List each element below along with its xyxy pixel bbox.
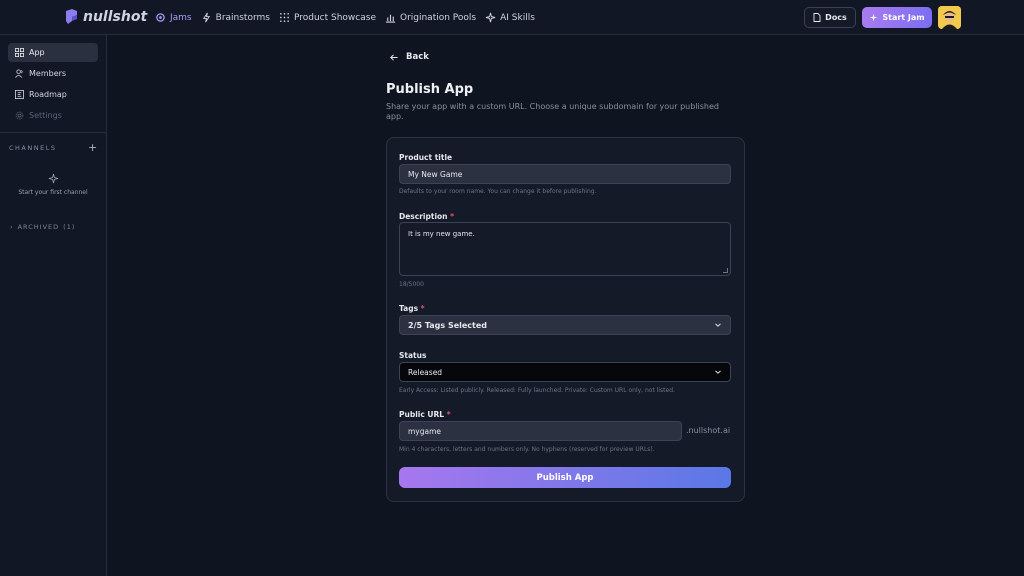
nav-jams-label: Jams <box>170 12 192 23</box>
status-value: Released <box>408 367 443 377</box>
tags-select[interactable]: 2/5 Tags Selected <box>399 315 731 335</box>
add-channel-button[interactable]: + <box>88 141 97 154</box>
arrow-left-icon <box>390 53 398 61</box>
description-value: It is my new game. <box>408 230 475 238</box>
public-url-input[interactable]: mygame <box>399 421 682 441</box>
grid-icon <box>279 13 289 22</box>
nav-ai-skills[interactable]: AI Skills <box>485 12 535 23</box>
users-icon <box>15 69 23 78</box>
nav-jams[interactable]: Jams <box>155 12 192 23</box>
avatar-image <box>938 6 961 29</box>
description-char-count: 18/5000 <box>399 281 424 288</box>
required-mark: * <box>450 212 455 221</box>
sidebar-item-members[interactable]: Members <box>8 64 98 83</box>
nav-ai-skills-label: AI Skills <box>500 12 535 23</box>
sidebar-item-settings[interactable]: Settings <box>8 106 98 125</box>
lightning-icon <box>202 12 210 23</box>
required-mark: * <box>420 304 425 313</box>
sidebar-item-label: Members <box>29 69 67 78</box>
jams-icon <box>156 13 165 22</box>
publish-app-button[interactable]: Publish App <box>399 467 731 488</box>
public-url-value: mygame <box>408 426 442 436</box>
sidebar-item-roadmap[interactable]: Roadmap <box>8 85 98 104</box>
sidebar-item-label: Roadmap <box>29 90 67 99</box>
description-label-text: Description <box>399 212 448 221</box>
product-title-input[interactable]: My New Game <box>399 164 731 184</box>
main-nav: Jams Brainstorms Product Showcase Origin… <box>155 0 544 35</box>
sidebar-item-label: Settings <box>29 111 62 120</box>
nav-product-showcase[interactable]: Product Showcase <box>279 12 376 23</box>
product-title-label: Product title <box>399 153 453 162</box>
status-help: Early Access: Listed publicly. Released:… <box>399 387 675 394</box>
logo[interactable]: nullshot <box>64 8 147 25</box>
url-domain-suffix: .nullshot.ai <box>686 426 731 435</box>
product-title-help: Defaults to your room name. You can chan… <box>399 188 597 195</box>
chevron-down-icon <box>715 370 721 374</box>
sparkle-icon <box>485 12 496 23</box>
public-url-label-text: Public URL <box>399 410 445 419</box>
nav-brainstorms[interactable]: Brainstorms <box>201 12 270 23</box>
nav-product-showcase-label: Product Showcase <box>293 12 376 23</box>
tags-label-text: Tags <box>399 304 419 313</box>
top-bar: nullshot Jams Brainstorms Product Showca… <box>0 0 1024 35</box>
start-jam-button[interactable]: Start Jam <box>862 7 932 28</box>
brand-name: nullshot <box>83 8 148 25</box>
chevron-down-icon <box>715 323 721 327</box>
grid-icon <box>15 48 24 57</box>
gear-icon <box>15 111 24 120</box>
channels-heading: CHANNELS <box>9 144 57 152</box>
nav-origination-pools-label: Origination Pools <box>399 12 477 23</box>
user-avatar[interactable] <box>938 6 961 29</box>
status-select[interactable]: Released <box>399 362 731 382</box>
nav-brainstorms-label: Brainstorms <box>215 12 270 23</box>
archived-label: ARCHIVED <box>17 223 60 231</box>
docs-button[interactable]: Docs <box>804 7 856 28</box>
public-url-label: Public URL * <box>399 410 451 419</box>
archived-toggle[interactable]: › ARCHIVED (1) <box>10 223 75 231</box>
public-url-help: Min 4 characters, letters and numbers on… <box>399 446 655 453</box>
sparkle-icon <box>48 173 59 184</box>
document-icon <box>813 13 821 22</box>
sidebar: App Members Roadmap Settings CHANNELS + … <box>0 35 107 576</box>
nullshot-logo-icon <box>66 9 77 24</box>
sidebar-item-app[interactable]: App <box>8 43 98 62</box>
page-subtitle: Share your app with a custom URL. Choose… <box>386 102 719 121</box>
sidebar-item-label: App <box>29 48 45 57</box>
page-title: Publish App <box>386 82 474 97</box>
description-textarea[interactable]: It is my new game. <box>399 222 731 276</box>
tags-label: Tags * <box>399 304 425 313</box>
back-label: Back <box>406 52 429 62</box>
description-label: Description * <box>399 212 454 221</box>
product-title-value: My New Game <box>408 169 463 179</box>
required-mark: * <box>446 410 451 419</box>
archived-count: (1) <box>63 223 76 231</box>
nav-origination-pools[interactable]: Origination Pools <box>385 12 476 23</box>
roadmap-icon <box>15 90 24 99</box>
resize-handle[interactable] <box>723 268 728 273</box>
sidebar-divider <box>0 132 106 133</box>
publish-app-label: Publish App <box>536 472 594 483</box>
docs-button-label: Docs <box>825 13 847 22</box>
start-jam-button-label: Start Jam <box>882 13 925 22</box>
chevron-right-icon: › <box>10 223 14 231</box>
channels-empty-text: Start your first channel <box>18 189 88 196</box>
back-button[interactable]: Back <box>390 52 429 62</box>
tags-value: 2/5 Tags Selected <box>408 320 488 330</box>
sparkle-icon <box>870 13 878 22</box>
status-label: Status <box>399 351 427 360</box>
chart-icon <box>385 14 396 23</box>
